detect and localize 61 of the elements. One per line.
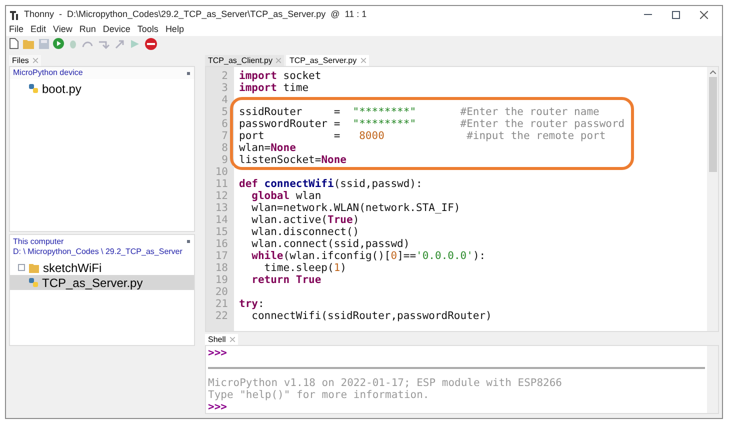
shell-output: MicroPython v1.18 on 2022-01-17; ESP module with ESP8266 [208,377,564,389]
close-icon [700,10,708,18]
run-icon[interactable] [53,38,64,49]
code-line: wlan.connect(ssid,passwd) [250,238,410,250]
file-tree-item[interactable]: boot.py [10,81,194,96]
scrollbar[interactable] [707,67,718,331]
shell-prompt: >>> [208,347,228,359]
stop-icon[interactable] [145,38,157,50]
code-line: return True [250,274,322,286]
editor-tab[interactable]: TCP_as_Server.py [286,55,369,66]
code-line: ssidRouter = "********" #Enter the router name [238,106,600,118]
menu-item[interactable]: Edit [30,22,46,36]
expand-icon[interactable] [18,264,25,271]
editor-tab[interactable]: TCP_as_Client.py [205,55,284,66]
app-logo-icon [10,10,20,20]
code-line: wlan=None [238,142,296,154]
new-file-icon[interactable] [9,38,19,49]
code-line: import time [238,82,309,94]
folder-icon [29,262,39,272]
close-icon[interactable] [32,58,38,63]
code-line: passwordRouter = "********" #Enter the router password [238,118,625,130]
menu-item[interactable]: File [9,22,24,36]
folder-icon[interactable] [23,38,35,48]
file-tree-item[interactable]: sketchWiFi [10,260,194,275]
shell-tab[interactable]: Shell [205,334,238,345]
scroll-up-icon[interactable] [710,70,716,74]
code-line: wlan=network.WLAN(network.STA_IF) [250,202,460,214]
code-line: def connectWifi(ssid,passwd): [238,178,422,190]
shell-output: Type "help()" for more information. [208,389,430,401]
python-file-icon [29,84,38,93]
scrollbar-thumb[interactable] [708,77,716,172]
panel-title: This computer [13,237,65,247]
menu-item[interactable]: Help [165,22,184,36]
close-icon[interactable] [230,337,235,342]
code-line: while(wlan.ifconfig()[0]=='0.0.0.0'): [250,250,486,262]
code-line: connectWifi(ssidRouter,passwordRouter) [250,310,492,322]
code-line: try: [238,298,264,310]
code-line: global wlan [250,190,322,202]
folder-path: D: \ Micropython_Codes \ 29.2_TCP_as_Server [13,247,182,257]
code-line: wlan.active(True) [250,214,360,226]
menu-item[interactable]: Device [102,22,130,36]
menu-item[interactable]: View [53,22,72,36]
code-line: port = 8000 #input the remote port [238,130,606,142]
scrollbar[interactable] [707,346,718,413]
code-line: wlan.disconnect() [250,226,360,238]
menu-item[interactable]: Run [79,22,96,36]
menu-item[interactable]: Tools [137,22,158,36]
code-line: listenSocket=None [238,154,346,166]
files-tab[interactable]: Files [9,55,41,66]
window-title: Thonny - D:\Micropython_Codes\29.2_TCP_as_Server\TCP_as_Server.py @ 11 : 1 [24,8,367,21]
panel-menu-icon[interactable] [187,72,190,74]
code-editor[interactable] [205,66,719,332]
close-icon[interactable] [276,58,282,63]
code-line: import socket [238,70,322,82]
close-icon[interactable] [360,58,366,63]
file-tree-item[interactable]: TCP_as_Server.py [10,275,194,290]
python-file-icon [29,278,38,287]
shell-prompt: >>> [208,401,228,413]
panel-title: MicroPython device [13,67,83,79]
code-line: time.sleep(1) [263,262,346,274]
shell-panel[interactable]: >>> MicroPython v1.18 on 2022-01-17; ESP module with ESP8266 Type "help()" for more information. >>> [205,345,719,414]
